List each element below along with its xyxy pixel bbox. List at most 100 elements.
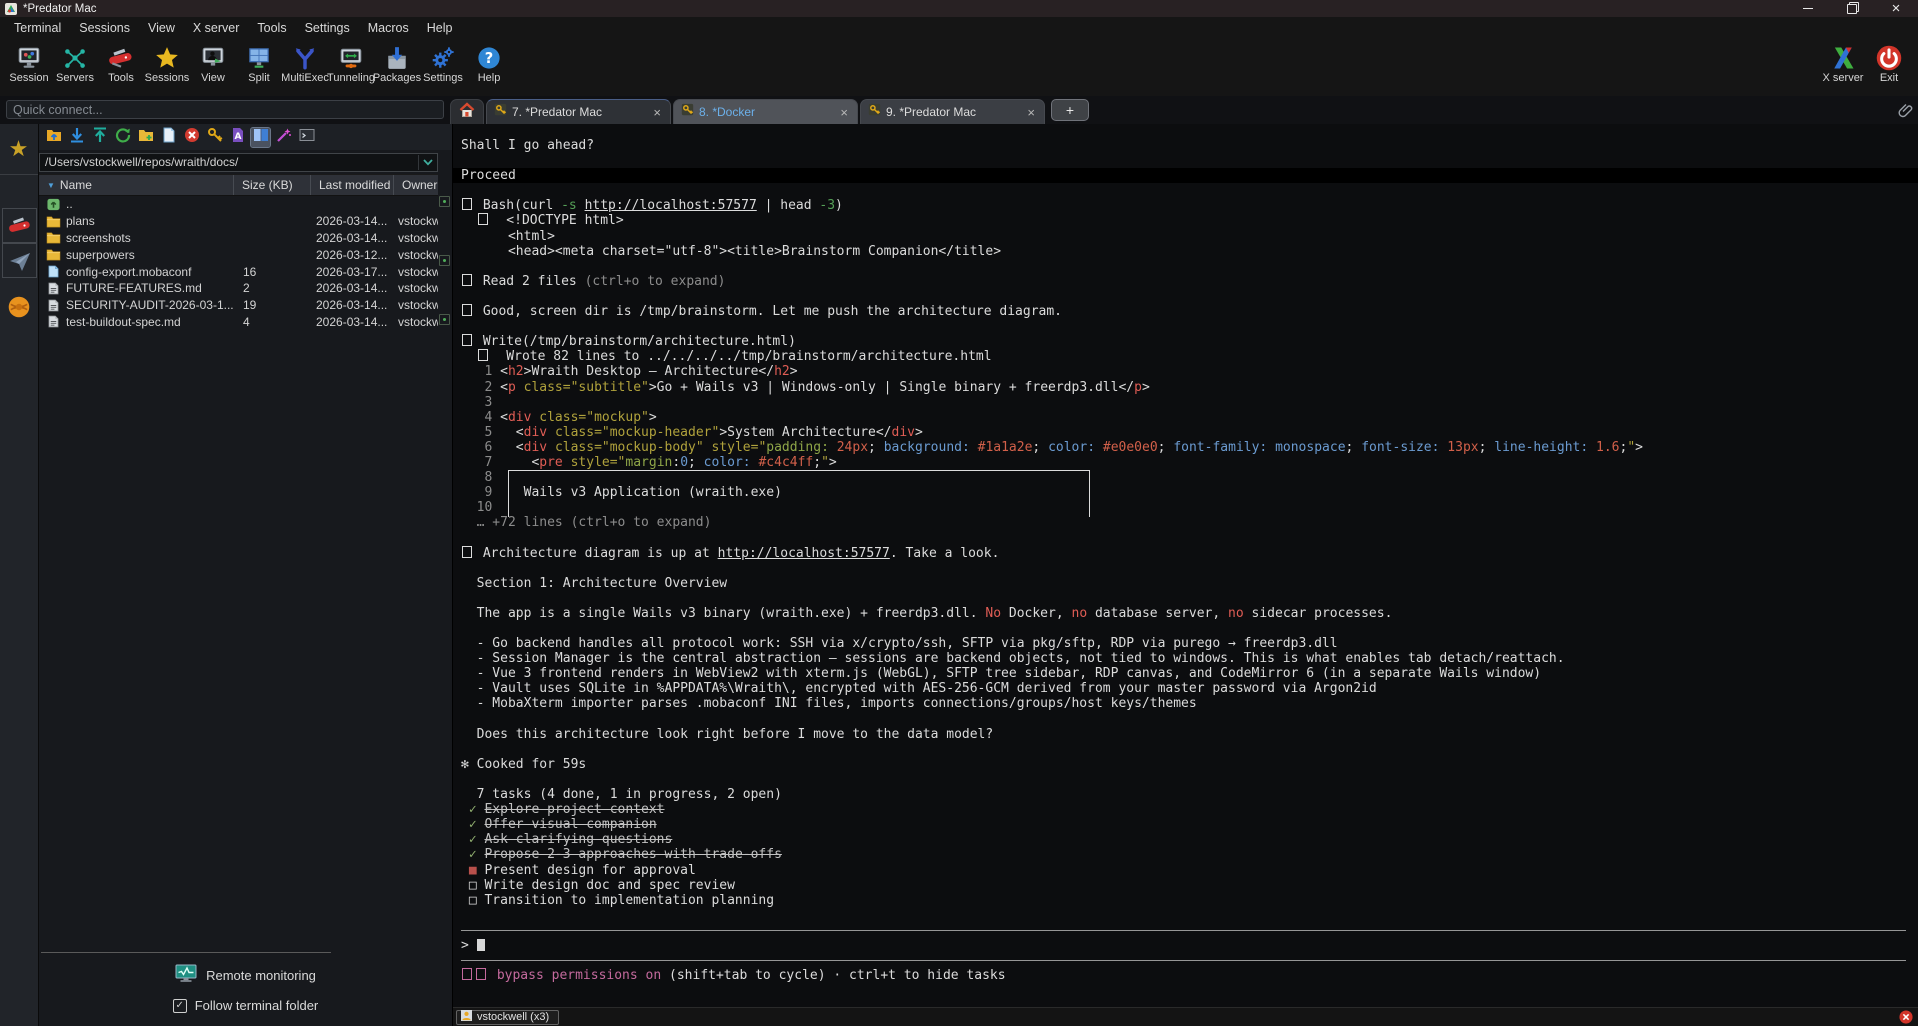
column-size[interactable]: Size (KB): [234, 175, 311, 195]
toolbar-servers-button[interactable]: Servers: [52, 40, 98, 96]
toolbar-label: Tools: [108, 72, 134, 84]
checkbox-checked-icon[interactable]: ✓: [173, 999, 187, 1013]
tab-home[interactable]: [450, 99, 484, 124]
splitter-icon[interactable]: [439, 255, 450, 266]
download-button[interactable]: [67, 128, 86, 147]
remote-monitoring-button[interactable]: Remote monitoring: [39, 964, 452, 986]
tools-knife-icon[interactable]: [2, 208, 37, 243]
tab-8-docker[interactable]: 8. *Docker×: [673, 99, 858, 124]
globe-icon[interactable]: [2, 290, 35, 323]
menu-x-server[interactable]: X server: [184, 17, 249, 40]
file-row[interactable]: ..: [39, 196, 438, 213]
toolbar-view-button[interactable]: View: [190, 40, 236, 96]
paper-plane-icon[interactable]: [2, 243, 37, 278]
toolbar-left: SessionServers Tools SessionsViewSplitMult…: [6, 40, 512, 96]
delete-icon: [184, 127, 200, 148]
tab-close-icon[interactable]: ×: [1025, 105, 1037, 120]
close-button[interactable]: ×: [1874, 0, 1918, 17]
favorites-star-icon[interactable]: ★: [2, 132, 35, 165]
path-input[interactable]: /Users/vstockwell/repos/wraith/docs/: [39, 153, 438, 172]
column-last-modified[interactable]: Last modified: [311, 175, 394, 195]
folder-up-button[interactable]: [44, 128, 63, 147]
terminal-line: - Session Manager is the central abstrac…: [453, 651, 1918, 666]
menu-help[interactable]: Help: [418, 17, 462, 40]
column-name[interactable]: ▼Name: [39, 175, 234, 195]
terminal-line: 3: [453, 395, 1918, 410]
file-row[interactable]: test-buildout-spec.md42026-03-14...vstoc…: [39, 314, 438, 331]
chevron-down-icon[interactable]: [418, 155, 437, 170]
missing-glyph-box: [462, 274, 472, 286]
key-button[interactable]: [205, 128, 224, 147]
quick-connect-input[interactable]: [6, 100, 444, 119]
file-row[interactable]: FUTURE-FEATURES.md22026-03-14...vstockw: [39, 280, 438, 297]
terminal-line: [453, 183, 1918, 198]
key-tab-icon: [681, 103, 694, 121]
file-row[interactable]: superpowers2026-03-12...vstockw: [39, 246, 438, 263]
terminal-line: [453, 530, 1918, 545]
menu-settings[interactable]: Settings: [296, 17, 359, 40]
terminal-line: 1 <h2>Wraith Desktop — Architecture</h2>: [453, 364, 1918, 379]
splitter-icon[interactable]: [439, 314, 450, 325]
packages-icon: [384, 44, 410, 71]
monitor-icon: [175, 964, 197, 986]
maximize-button[interactable]: [1830, 0, 1874, 17]
column-owner[interactable]: Owner: [394, 175, 438, 195]
splitter-icon[interactable]: [439, 196, 450, 207]
column-label: Name: [60, 178, 92, 192]
toolbar-split-button[interactable]: Split: [236, 40, 282, 96]
toolbar-session-button[interactable]: Session: [6, 40, 52, 96]
refresh-button[interactable]: [113, 128, 132, 147]
toolbar-x-server-button[interactable]: X server: [1820, 40, 1866, 96]
menu-tools[interactable]: Tools: [248, 17, 295, 40]
file-row[interactable]: SECURITY-AUDIT-2026-03-1...192026-03-14.…: [39, 297, 438, 314]
tab-close-icon[interactable]: ×: [838, 105, 850, 120]
new-file-button[interactable]: [159, 128, 178, 147]
terminal-line: bypass permissions on (shift+tab to cycl…: [453, 968, 1918, 983]
toolbar-sessions-button[interactable]: Sessions: [144, 40, 190, 96]
delete-button[interactable]: [182, 128, 201, 147]
missing-glyph-box: [478, 349, 488, 361]
file-row[interactable]: config-export.mobaconf162026-03-17...vst…: [39, 263, 438, 280]
missing-glyph-box: [462, 546, 472, 558]
menu-view[interactable]: View: [139, 17, 184, 40]
new-folder-button[interactable]: [136, 128, 155, 147]
terminal-cursor: [477, 939, 485, 951]
terminal-line: <head><meta charset="utf-8"><title>Brain…: [453, 244, 1918, 259]
toolbar-help-button[interactable]: ?Help: [466, 40, 512, 96]
upload-button[interactable]: [90, 128, 109, 147]
close-terminal-icon[interactable]: [1899, 1010, 1913, 1026]
terminal-line: □ Write design doc and spec review: [453, 878, 1918, 893]
file-list: ..plans2026-03-14...vstockwscreenshots20…: [39, 196, 438, 330]
terminal-mini-button[interactable]: [297, 128, 316, 147]
menu-sessions[interactable]: Sessions: [70, 17, 139, 40]
session-tab[interactable]: vstockwell (x3): [456, 1010, 559, 1025]
terminal[interactable]: Shall I go ahead?Proceed Bash(curl -s ht…: [452, 124, 1918, 1026]
toolbar-tunneling-button[interactable]: Tunneling: [328, 40, 374, 96]
toolbar-exit-button[interactable]: Exit: [1866, 40, 1912, 96]
follow-terminal-folder-checkbox[interactable]: ✓ Follow terminal folder: [39, 998, 452, 1013]
toolbar-multiexec-button[interactable]: MultiExec: [282, 40, 328, 96]
file-owner: vstockw: [394, 265, 438, 279]
file-modified: 2026-03-17...: [311, 265, 394, 279]
terminal-line: 6 <div class="mockup-body" style="paddin…: [453, 440, 1918, 455]
tab-close-icon[interactable]: ×: [651, 105, 663, 120]
new-tab-button[interactable]: +: [1051, 99, 1089, 121]
tab-9-predator-mac[interactable]: 9. *Predator Mac×: [860, 99, 1045, 124]
view-icon: [200, 44, 226, 71]
wand-button[interactable]: [274, 128, 293, 147]
paperclip-icon[interactable]: [1898, 102, 1914, 123]
minimize-button[interactable]: [1786, 0, 1830, 17]
menu-macros[interactable]: Macros: [359, 17, 418, 40]
file-row[interactable]: plans2026-03-14...vstockw: [39, 213, 438, 230]
missing-glyph-box: [478, 213, 488, 225]
menu-terminal[interactable]: Terminal: [5, 17, 70, 40]
toolbar-label: MultiExec: [281, 72, 329, 84]
missing-glyph-box: [462, 304, 472, 316]
tab-7-predator-mac[interactable]: 7. *Predator Mac×: [486, 99, 671, 124]
toolbar-settings-button[interactable]: Settings: [420, 40, 466, 96]
dual-pane-button[interactable]: [251, 128, 270, 147]
toolbar-packages-button[interactable]: Packages: [374, 40, 420, 96]
toolbar-tools-button[interactable]: Tools: [98, 40, 144, 96]
file-row[interactable]: screenshots2026-03-14...vstockw: [39, 230, 438, 247]
text-file-button[interactable]: A: [228, 128, 247, 147]
